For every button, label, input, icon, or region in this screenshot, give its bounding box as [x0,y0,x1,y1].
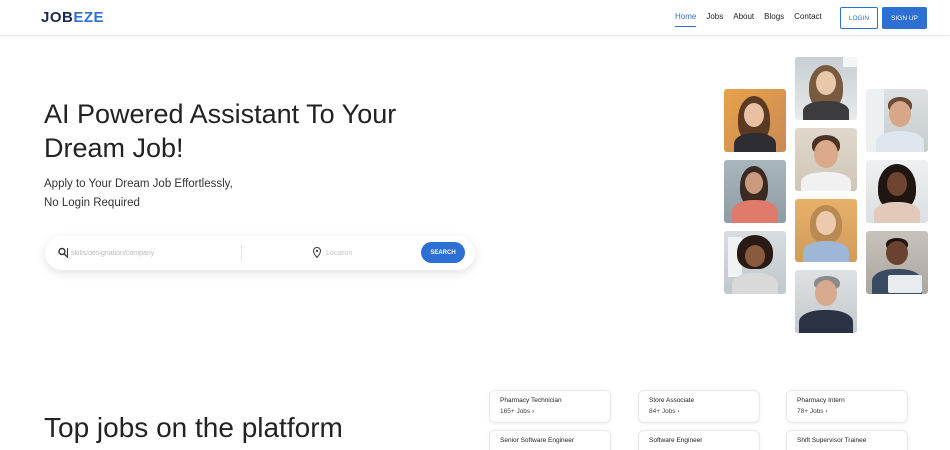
top-jobs-title: Top jobs on the platform [44,412,343,443]
hero-title-line2: Dream Job! [44,133,184,163]
location-pin-icon [313,247,321,258]
job-card[interactable]: Shift Supervisor Trainee [786,430,908,450]
photo-man-on-phone [795,128,857,191]
search-button[interactable]: SEARCH [421,242,465,263]
login-button[interactable]: LOGIN [840,7,878,29]
photo-woman-blonde [795,57,857,120]
chevron-right-icon: › [677,408,680,415]
nav-home[interactable]: Home [675,12,697,27]
photo-woman-dark-hair [866,160,928,223]
site-header: JOBEZE Home Jobs About Blogs Contact LOG… [0,0,950,36]
job-card-count-text: 165+ Jobs [500,408,531,415]
nav-contact[interactable]: Contact [794,12,822,27]
chevron-right-icon: › [532,408,535,415]
nav-jobs[interactable]: Jobs [706,12,723,27]
job-card[interactable]: Store Associate 84+ Jobs › [638,390,760,423]
job-search-input[interactable] [71,245,251,261]
nav-blogs[interactable]: Blogs [764,12,784,27]
logo-text-job: JOB [41,9,74,26]
nav-about[interactable]: About [733,12,754,27]
photo-man-laptop [795,270,857,333]
photo-woman-smiling [724,89,786,152]
hero-subtitle-line2: No Login Required [44,197,140,209]
main-nav: Home Jobs About Blogs Contact [675,12,822,27]
photo-woman-office [724,160,786,223]
search-icon [58,247,68,258]
job-card-title: Pharmacy Intern [797,397,845,404]
hero-title: AI Powered Assistant To Your Dream Job! [44,97,464,165]
job-card-title: Store Associate [649,397,695,404]
logo-text-eze: EZE [73,9,105,26]
photo-man-headphones [866,89,928,152]
photo-woman-glasses [795,199,857,262]
chevron-right-icon: › [825,408,828,415]
photo-woman-curly-hair [724,231,786,294]
location-input[interactable] [326,245,426,261]
job-search-bar: SEARCH [45,236,475,270]
job-card-count: 165+ Jobs › [500,408,534,415]
job-card-count-text: 84+ Jobs [649,408,676,415]
job-card[interactable]: Senior Software Engineer [489,430,611,450]
job-card[interactable]: Pharmacy Technician 165+ Jobs › [489,390,611,423]
hero-subtitle: Apply to Your Dream Job Effortlessly, No… [44,175,284,213]
job-card[interactable]: Software Engineer [638,430,760,450]
job-card-count: 78+ Jobs › [797,408,828,415]
hero-title-line1: AI Powered Assistant To Your [44,99,397,129]
job-card-title: Pharmacy Technician [500,397,562,404]
logo[interactable]: JOBEZE [41,9,104,26]
job-card-title: Senior Software Engineer [500,437,575,444]
signup-button[interactable]: SIGN UP [882,7,927,29]
job-card[interactable]: Pharmacy Intern 78+ Jobs › [786,390,908,423]
photo-man-computer [866,231,928,294]
search-divider [241,245,242,261]
job-card-title: Shift Supervisor Trainee [797,437,867,444]
job-card-title: Software Engineer [649,437,703,444]
job-card-count-text: 78+ Jobs [797,408,824,415]
job-card-count: 84+ Jobs › [649,408,680,415]
hero-subtitle-line1: Apply to Your Dream Job Effortlessly, [44,178,233,190]
